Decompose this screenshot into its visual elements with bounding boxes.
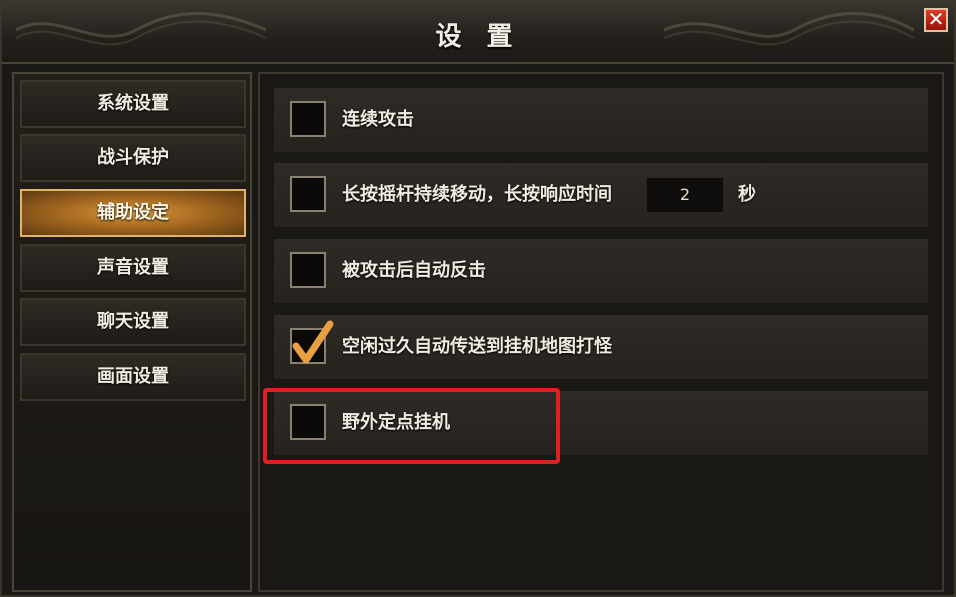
sidebar-item-label: 系统设置 [97, 93, 169, 114]
unit-label: 秒 [738, 184, 756, 205]
option-label: 连续攻击 [342, 109, 414, 130]
sidebar-item-combat-protection[interactable]: 战斗保护 [20, 134, 246, 182]
fixed-point-afk-checkbox[interactable] [290, 404, 326, 440]
sidebar: 系统设置 战斗保护 辅助设定 声音设置 聊天设置 画面设置 [12, 72, 252, 592]
sidebar-item-label: 声音设置 [97, 257, 169, 278]
option-row-auto-teleport: 空闲过久自动传送到挂机地图打怪 [274, 315, 928, 379]
sidebar-item-display[interactable]: 画面设置 [20, 353, 246, 401]
counter-attack-checkbox[interactable] [290, 252, 326, 288]
sidebar-item-sound[interactable]: 声音设置 [20, 244, 246, 292]
sidebar-item-label: 聊天设置 [97, 311, 169, 332]
option-label: 被攻击后自动反击 [342, 260, 486, 281]
options-panel: 连续攻击 长按摇杆持续移动，长按响应时间 2 秒 被攻击后自动反击 空闲过久自动… [258, 72, 944, 592]
auto-teleport-checkbox[interactable] [290, 320, 334, 364]
close-icon[interactable]: ✕ [928, 7, 945, 31]
checkmark-icon [292, 320, 334, 364]
option-row-continuous-attack: 连续攻击 [274, 88, 928, 152]
sidebar-item-assist[interactable]: 辅助设定 [20, 189, 246, 237]
option-row-fixed-point-afk: 野外定点挂机 [274, 391, 928, 455]
response-time-input[interactable]: 2 [646, 177, 724, 213]
sidebar-item-system[interactable]: 系统设置 [20, 80, 246, 128]
option-row-counter-attack: 被攻击后自动反击 [274, 239, 928, 303]
sidebar-item-label: 战斗保护 [97, 147, 169, 168]
option-row-joystick-move: 长按摇杆持续移动，长按响应时间 2 秒 [274, 163, 928, 227]
joystick-move-checkbox[interactable] [290, 176, 326, 212]
option-label: 野外定点挂机 [342, 412, 450, 433]
settings-window: 设 置 ✕ 系统设置 战斗保护 辅助设定 声音设置 聊天设置 画面设置 连续攻击 [0, 0, 956, 597]
sidebar-item-label: 辅助设定 [97, 202, 169, 223]
close-button[interactable]: ✕ [924, 8, 948, 32]
window-title: 设 置 [435, 22, 521, 52]
continuous-attack-checkbox[interactable] [290, 101, 326, 137]
sidebar-item-chat[interactable]: 聊天设置 [20, 298, 246, 346]
title-bar: 设 置 ✕ [2, 2, 954, 64]
option-label: 空闲过久自动传送到挂机地图打怪 [342, 336, 612, 357]
sidebar-item-label: 画面设置 [97, 366, 169, 387]
option-label: 长按摇杆持续移动，长按响应时间 [342, 184, 612, 205]
